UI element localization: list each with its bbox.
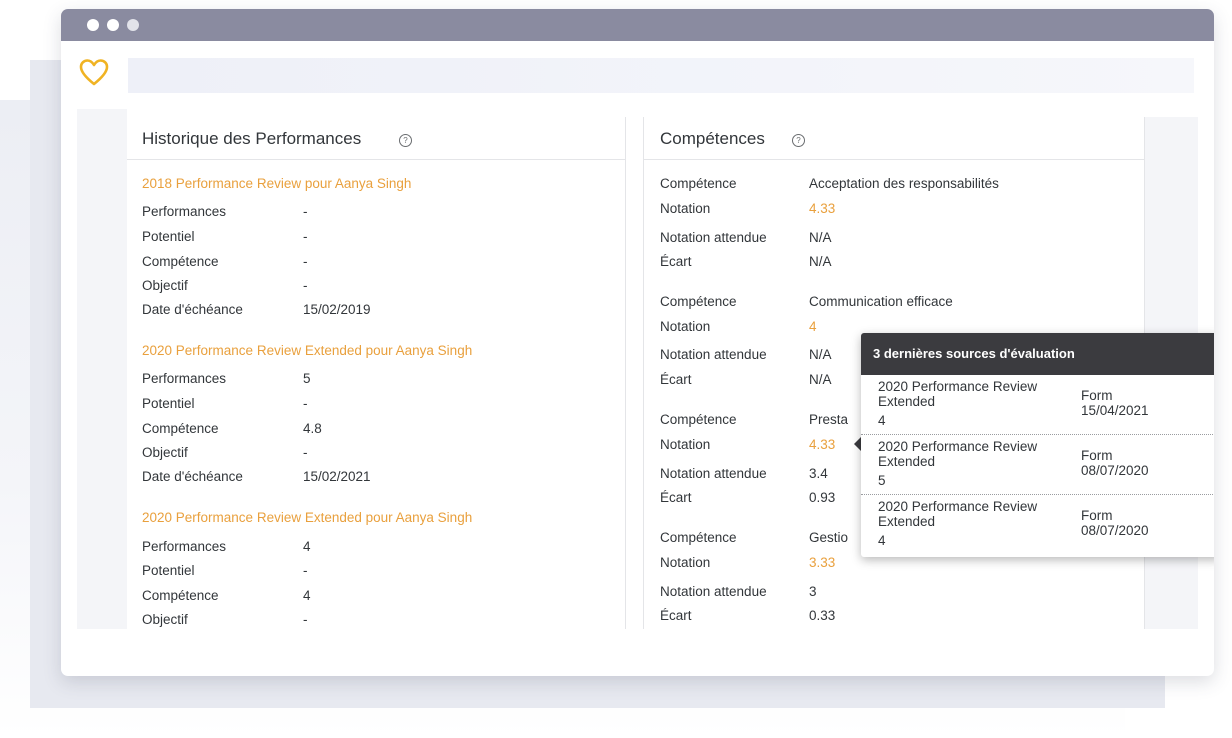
rating-value[interactable]: 4 — [809, 319, 817, 334]
source-review-name: 2020 Performance Review Extended — [878, 379, 1038, 409]
field-value: - — [303, 278, 308, 293]
rating-value[interactable]: 4.33 — [809, 201, 835, 216]
source-type: Form 15/04/2021 — [1081, 388, 1149, 418]
field-label: Performances — [142, 371, 227, 386]
panel-header: Compétences ? — [644, 117, 1144, 160]
field-value: 4 — [303, 588, 311, 603]
heart-icon[interactable] — [79, 58, 109, 88]
field-label: Compétence — [142, 588, 219, 603]
field-label: Performances — [142, 539, 227, 554]
field-label: Potentiel — [142, 229, 195, 244]
competence-name: Communication efficace — [809, 294, 953, 309]
gap-value: 0.93 — [809, 490, 836, 505]
page-title: Historique des Performances — [142, 129, 362, 148]
field-label: Performances — [142, 204, 227, 219]
field-label: Objectif — [142, 445, 188, 460]
source-type: Form 08/07/2020 — [1081, 508, 1149, 538]
review-link[interactable]: 2018 Performance Review pour Aanya Singh — [142, 176, 411, 191]
rating-value[interactable]: 4.33 — [809, 437, 835, 452]
field-value: - — [303, 204, 308, 219]
field-label: Potentiel — [142, 396, 195, 411]
window-maximize-dot[interactable] — [127, 19, 139, 31]
field-value: - — [303, 229, 308, 244]
section-title: Compétences — [660, 129, 765, 148]
source-score: 4 — [878, 533, 886, 548]
expected-value: N/A — [809, 347, 832, 362]
gap-label: Écart — [660, 254, 692, 269]
window-close-dot[interactable] — [87, 19, 99, 31]
performance-history-panel: Historique des Performances ? 2018 Perfo… — [127, 117, 626, 629]
field-value: - — [303, 396, 308, 411]
rating-label: Notation — [660, 201, 711, 216]
field-value: - — [303, 563, 308, 578]
field-label: Date d'échéance — [142, 302, 243, 317]
gap-label: Écart — [660, 372, 692, 387]
source-type: Form 08/07/2020 — [1081, 448, 1149, 478]
app-window: Historique des Performances ? 2018 Perfo… — [61, 9, 1214, 676]
field-value: - — [303, 445, 308, 460]
review-link[interactable]: 2020 Performance Review Extended pour Aa… — [142, 343, 472, 358]
panel-header: Historique des Performances ? — [127, 117, 625, 160]
expected-value: 3 — [809, 584, 817, 599]
popover-title: 3 dernières sources d'évaluation — [861, 333, 1214, 375]
list-item[interactable]: 2020 Performance Review Extended 5 Form 0… — [861, 435, 1214, 495]
gap-value: N/A — [809, 372, 832, 387]
source-review-name: 2020 Performance Review Extended — [878, 499, 1038, 529]
top-search-bar[interactable] — [128, 58, 1194, 93]
rating-label: Notation — [660, 555, 711, 570]
review-link[interactable]: 2020 Performance Review Extended pour Aa… — [142, 510, 472, 525]
rating-label: Notation — [660, 319, 711, 334]
field-label: Compétence — [142, 421, 219, 436]
field-label: Date d'échéance — [142, 469, 243, 484]
window-titlebar — [61, 9, 1214, 41]
source-score: 4 — [878, 413, 886, 428]
window-minimize-dot[interactable] — [107, 19, 119, 31]
help-icon[interactable]: ? — [399, 134, 412, 147]
field-value: 4.8 — [303, 421, 322, 436]
expected-label: Notation attendue — [660, 230, 767, 245]
field-value: 5 — [303, 371, 311, 386]
field-label: Potentiel — [142, 563, 195, 578]
expected-label: Notation attendue — [660, 584, 767, 599]
competence-label: Compétence — [660, 176, 737, 191]
source-review-name: 2020 Performance Review Extended — [878, 439, 1038, 469]
rating-value[interactable]: 3.33 — [809, 555, 835, 570]
field-label: Objectif — [142, 278, 188, 293]
list-item[interactable]: 2020 Performance Review Extended 4 Form 0… — [861, 495, 1214, 555]
rating-label: Notation — [660, 437, 711, 452]
list-item[interactable]: 2020 Performance Review Extended 4 Form 1… — [861, 375, 1214, 435]
help-icon[interactable]: ? — [792, 134, 805, 147]
expected-label: Notation attendue — [660, 347, 767, 362]
competence-name: Acceptation des responsabilités — [809, 176, 999, 191]
competence-name: Presta — [809, 412, 849, 427]
expected-value: N/A — [809, 230, 832, 245]
gap-value: 0.33 — [809, 608, 836, 623]
source-score: 5 — [878, 473, 886, 488]
field-value: 15/02/2019 — [303, 302, 371, 317]
field-label: Compétence — [142, 254, 219, 269]
competence-label: Compétence — [660, 412, 737, 427]
field-value: 4 — [303, 539, 311, 554]
gap-label: Écart — [660, 490, 692, 505]
expected-value: 3.4 — [809, 466, 828, 481]
field-value: - — [303, 254, 308, 269]
competence-label: Compétence — [660, 294, 737, 309]
competence-label: Compétence — [660, 530, 737, 545]
gap-label: Écart — [660, 608, 692, 623]
competence-name: Gestio — [809, 530, 849, 545]
gap-value: N/A — [809, 254, 832, 269]
rating-sources-popover: 3 dernières sources d'évaluation 2020 Pe… — [861, 333, 1214, 557]
field-value: 15/02/2021 — [303, 469, 371, 484]
field-value: - — [303, 612, 308, 627]
popover-pointer — [854, 437, 861, 451]
expected-label: Notation attendue — [660, 466, 767, 481]
field-label: Objectif — [142, 612, 188, 627]
left-gutter — [77, 109, 127, 629]
